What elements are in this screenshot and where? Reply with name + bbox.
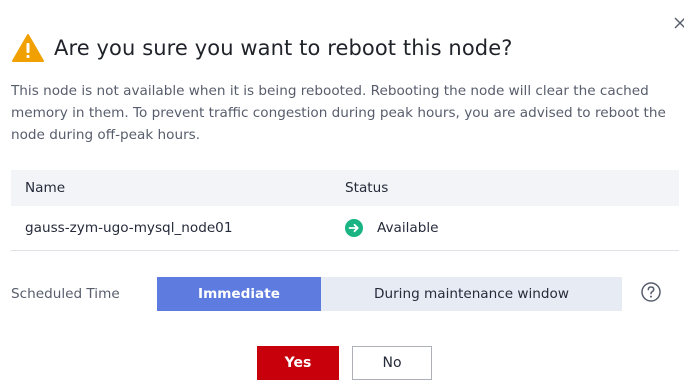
scheduled-time-label: Scheduled Time <box>11 286 120 302</box>
close-icon[interactable] <box>673 16 684 30</box>
option-maintenance-window[interactable]: During maintenance window <box>321 277 622 311</box>
dialog-header: Are you sure you want to reboot this nod… <box>11 33 512 63</box>
yes-button[interactable]: Yes <box>257 346 339 380</box>
dialog-description: This node is not available when it is be… <box>11 83 666 143</box>
node-table: Name Status gauss-zym-ugo-mysql_node01 A… <box>11 170 679 251</box>
reboot-confirm-dialog: Are you sure you want to reboot this nod… <box>0 0 684 380</box>
option-immediate[interactable]: Immediate <box>157 277 321 311</box>
question-circle-icon[interactable] <box>640 281 662 303</box>
column-header-name: Name <box>25 180 66 196</box>
table-header-row: Name Status <box>11 170 679 206</box>
table-row: gauss-zym-ugo-mysql_node01 Available <box>11 206 679 251</box>
status-text: Available <box>377 220 439 236</box>
warning-triangle-icon <box>12 34 44 62</box>
dialog-title: Are you sure you want to reboot this nod… <box>54 36 513 60</box>
no-button[interactable]: No <box>352 346 432 380</box>
arrow-right-circle-icon <box>345 219 363 237</box>
node-name-cell: gauss-zym-ugo-mysql_node01 <box>25 220 233 236</box>
scheduled-time-selector: Immediate During maintenance window <box>157 277 622 311</box>
node-status-cell: Available <box>345 219 679 237</box>
column-header-status: Status <box>345 180 389 196</box>
